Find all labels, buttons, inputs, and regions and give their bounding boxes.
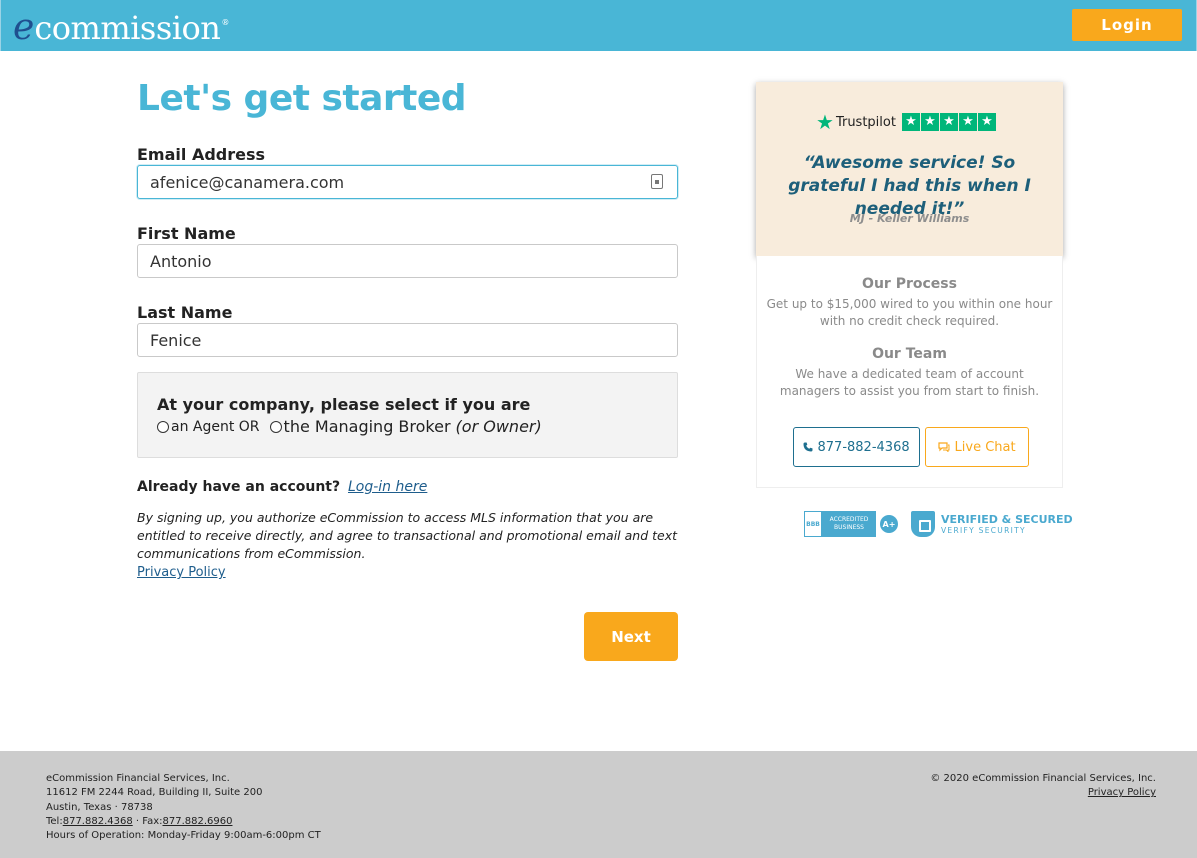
tel-label: Tel: xyxy=(46,815,63,827)
footer-legal: © 2020 eCommission Financial Services, I… xyxy=(930,772,1156,801)
logo-text: commission xyxy=(34,9,221,47)
role-options: an Agent OR the Managing Broker (or Owne… xyxy=(157,417,542,436)
verified-secured-badge[interactable]: VERIFIED & SECURED VERIFY SECURITY xyxy=(911,511,1073,537)
live-chat-button[interactable]: Live Chat xyxy=(925,427,1029,467)
team-heading: Our Team xyxy=(872,346,947,362)
existing-account-text: Already have an account? xyxy=(137,479,341,495)
footer-company: eCommission Financial Services, Inc. xyxy=(46,773,230,784)
star-icon: ★ xyxy=(958,113,977,131)
secured-title: VERIFIED & SECURED xyxy=(941,512,1073,526)
trustpilot-brand: Trustpilot xyxy=(835,114,896,130)
email-label: Email Address xyxy=(137,145,266,164)
footer-address-line2: Austin, Texas · 78738 xyxy=(46,801,153,813)
footer-phones: Tel:877.882.4368 · Fax:877.882.6960 xyxy=(46,815,321,829)
trustpilot-rating: ★ Trustpilot ★ ★ ★ ★ ★ xyxy=(816,112,997,132)
first-name-label: First Name xyxy=(137,224,236,243)
tel-link[interactable]: 877.882.4368 xyxy=(63,816,133,827)
footer-hours: Hours of Operation: Monday-Friday 9:00am… xyxy=(46,830,321,842)
agent-radio[interactable] xyxy=(157,420,169,433)
five-star-rating: ★ ★ ★ ★ ★ xyxy=(901,113,997,131)
info-panel: Our Process Get up to $15,000 wired to y… xyxy=(756,256,1063,488)
bbb-seal-icon: BBB xyxy=(804,511,822,537)
testimonial-author: MJ - Keller Williams xyxy=(849,212,970,225)
contact-card-icon[interactable] xyxy=(651,174,663,189)
role-selection-box: At your company, please select if you ar… xyxy=(137,372,678,458)
ecommission-logo[interactable]: e commission ® xyxy=(13,6,230,48)
live-chat-label: Live Chat xyxy=(954,439,1016,455)
testimonial-quote: “Awesome service! So grateful I had this… xyxy=(788,153,1031,219)
login-here-link[interactable]: Log-in here xyxy=(348,479,427,495)
login-button[interactable]: Login xyxy=(1072,9,1182,41)
phone-icon xyxy=(803,442,813,451)
bbb-accredited-text: ACCREDITED BUSINESS xyxy=(822,511,876,537)
role-question: At your company, please select if you ar… xyxy=(157,395,531,414)
signup-disclaimer: By signing up, you authorize eCommission… xyxy=(137,510,677,561)
star-icon: ★ xyxy=(901,113,920,131)
next-button[interactable]: Next xyxy=(584,612,678,661)
bbb-accredited-badge[interactable]: BBB ACCREDITED BUSINESS A+ xyxy=(804,511,898,537)
process-heading: Our Process xyxy=(862,276,957,292)
trustpilot-star-icon: ★ xyxy=(816,110,834,134)
page-title: Let's get started xyxy=(137,78,467,119)
secured-subtitle: VERIFY SECURITY xyxy=(941,525,1026,535)
privacy-policy-link[interactable]: Privacy Policy xyxy=(137,565,226,580)
phone-number-label: 877-882-4368 xyxy=(817,439,910,455)
star-icon: ★ xyxy=(939,113,958,131)
star-icon: ★ xyxy=(977,113,996,131)
last-name-field[interactable] xyxy=(137,323,678,357)
footer-contact: eCommission Financial Services, Inc. 116… xyxy=(46,772,321,843)
secured-text: VERIFIED & SECURED VERIFY SECURITY xyxy=(941,513,1073,536)
team-text: We have a dedicated team of account mana… xyxy=(779,367,1040,398)
testimonial-card: ★ Trustpilot ★ ★ ★ ★ ★ “Awesome service!… xyxy=(756,82,1063,256)
shield-lock-icon xyxy=(911,511,935,537)
logo-registered-mark: ® xyxy=(221,18,230,27)
process-text: Get up to $15,000 wired to you within on… xyxy=(766,297,1053,328)
top-header: e commission ® Login xyxy=(0,0,1197,51)
logo-e: e xyxy=(13,7,35,48)
bbb-grade: A+ xyxy=(880,515,898,533)
last-name-label: Last Name xyxy=(137,303,233,322)
broker-option-note[interactable]: (or Owner) xyxy=(456,417,542,436)
phone-button[interactable]: 877-882-4368 xyxy=(793,427,920,467)
footer-privacy-link[interactable]: Privacy Policy xyxy=(1088,787,1156,798)
page: e commission ® Login Let's get started E… xyxy=(0,0,1197,858)
email-field[interactable] xyxy=(137,165,678,199)
first-name-field[interactable] xyxy=(137,244,678,278)
broker-radio[interactable] xyxy=(269,420,282,433)
chat-icon xyxy=(938,441,950,453)
agent-option-label[interactable]: an Agent OR xyxy=(171,419,260,435)
fax-label: · Fax: xyxy=(132,815,163,827)
footer-address-line1: 11612 FM 2244 Road, Building II, Suite 2… xyxy=(46,787,263,799)
existing-account-prompt: Already have an account? Log-in here xyxy=(137,479,427,495)
broker-option-label[interactable]: the Managing Broker xyxy=(284,417,451,436)
fax-link[interactable]: 877.882.6960 xyxy=(163,816,233,827)
star-icon: ★ xyxy=(920,113,939,131)
page-footer: eCommission Financial Services, Inc. 116… xyxy=(0,751,1197,858)
footer-copyright: © 2020 eCommission Financial Services, I… xyxy=(930,773,1156,784)
